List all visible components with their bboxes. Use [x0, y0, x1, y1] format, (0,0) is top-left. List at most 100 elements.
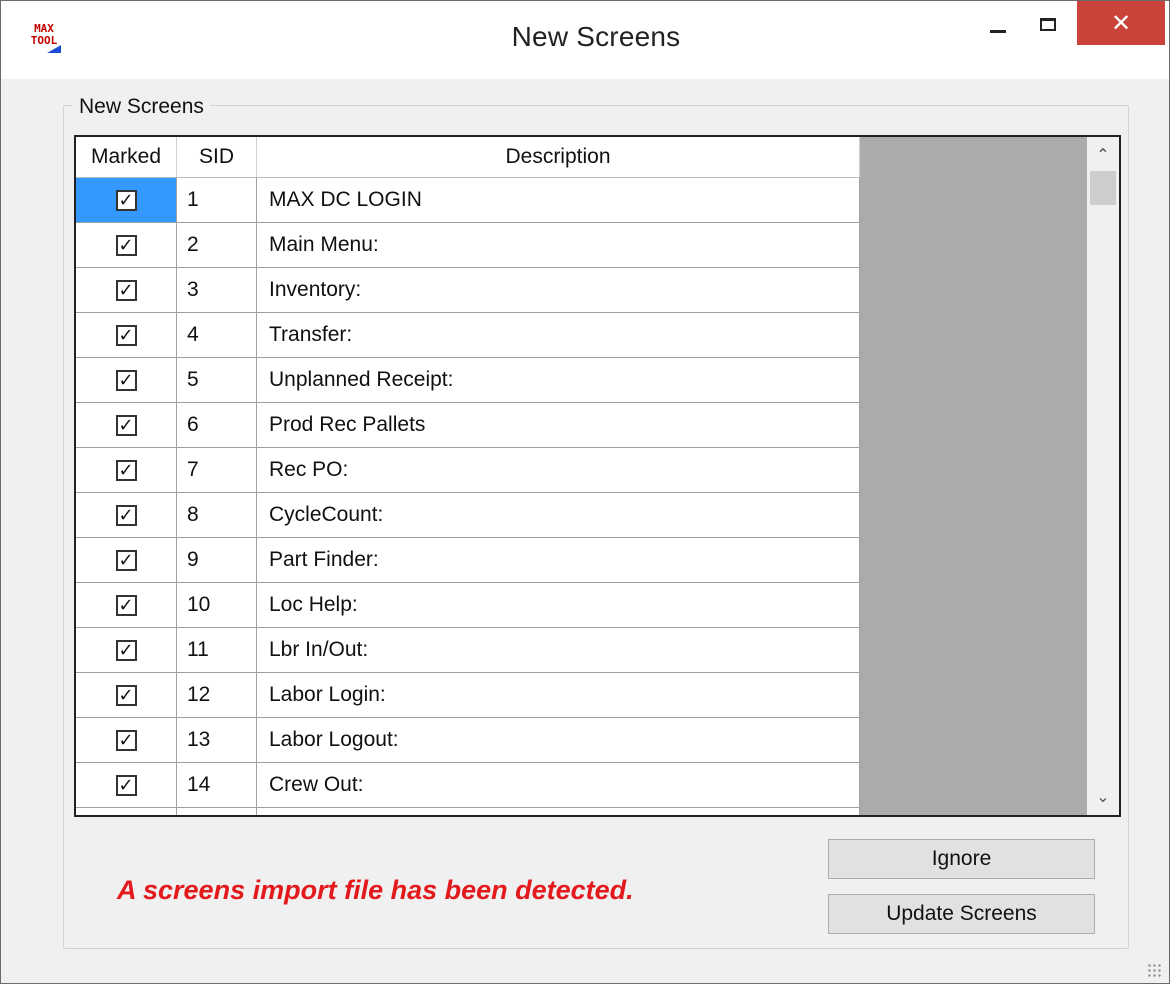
sid-cell: 8: [177, 493, 257, 537]
marked-cell[interactable]: ✓: [76, 358, 177, 402]
chevron-down-icon: ⌄: [1096, 789, 1110, 806]
vertical-scrollbar[interactable]: ⌃ ⌄: [1087, 137, 1119, 815]
close-button[interactable]: ✕: [1077, 1, 1165, 45]
sid-cell: 3: [177, 268, 257, 312]
sid-cell: 14: [177, 763, 257, 807]
marked-cell[interactable]: ✓: [76, 268, 177, 312]
sid-cell: 11: [177, 628, 257, 672]
table-row[interactable]: ✓ 13 Labor Logout:: [76, 718, 860, 763]
resize-grip-icon[interactable]: [1147, 963, 1161, 977]
description-cell: Labor Logout:: [257, 718, 860, 762]
marked-checkbox[interactable]: ✓: [115, 459, 137, 481]
sid-cell: 15: [177, 808, 257, 815]
table-row[interactable]: ✓ 3 Inventory:: [76, 268, 860, 313]
table-row[interactable]: ✓ 5 Unplanned Receipt:: [76, 358, 860, 403]
marked-cell[interactable]: ✓: [76, 808, 177, 815]
marked-cell[interactable]: ✓: [76, 223, 177, 267]
sid-cell: 13: [177, 718, 257, 762]
sid-cell: 10: [177, 583, 257, 627]
marked-cell[interactable]: ✓: [76, 493, 177, 537]
table-row[interactable]: ✓ 2 Main Menu:: [76, 223, 860, 268]
table-row[interactable]: ✓ 8 CycleCount:: [76, 493, 860, 538]
window-content: New Screens Marked SID Description ✓ 1 MAX…: [1, 79, 1169, 983]
marked-cell[interactable]: ✓: [76, 178, 177, 222]
marked-checkbox[interactable]: ✓: [115, 774, 137, 796]
maximize-button[interactable]: [1019, 1, 1077, 47]
sid-cell: 7: [177, 448, 257, 492]
marked-checkbox[interactable]: ✓: [115, 639, 137, 661]
ignore-button[interactable]: Ignore: [828, 839, 1095, 879]
table-row[interactable]: ✓ 9 Part Finder:: [76, 538, 860, 583]
sid-cell: 12: [177, 673, 257, 717]
new-screens-window: MAX TOOL New Screens ✕ New Screens Marke…: [0, 0, 1170, 984]
table-row[interactable]: ✓ 4 Transfer:: [76, 313, 860, 358]
title-bar: MAX TOOL New Screens ✕: [1, 1, 1169, 79]
sid-cell: 6: [177, 403, 257, 447]
grid-header: Marked SID Description: [76, 137, 860, 178]
description-cell: Loc Help:: [257, 583, 860, 627]
description-cell: MAX DC LOGIN: [257, 178, 860, 222]
status-message: A screens import file has been detected.: [117, 875, 634, 905]
close-icon: ✕: [1110, 9, 1132, 37]
grid-rows: ✓ 1 MAX DC LOGIN ✓ 2 Main Menu: ✓ 3 Inventory: ✓ 4…: [76, 178, 860, 815]
marked-cell[interactable]: ✓: [76, 763, 177, 807]
description-cell: Part Finder:: [257, 538, 860, 582]
scroll-thumb[interactable]: [1090, 171, 1116, 205]
description-cell: Inventory:: [257, 268, 860, 312]
maximize-icon: [1040, 17, 1056, 31]
table-row[interactable]: ✓ 10 Loc Help:: [76, 583, 860, 628]
scroll-down-button[interactable]: ⌄: [1087, 781, 1119, 813]
marked-cell[interactable]: ✓: [76, 718, 177, 762]
marked-checkbox[interactable]: ✓: [115, 414, 137, 436]
groupbox-label: New Screens: [73, 95, 210, 119]
marked-checkbox[interactable]: ✓: [115, 729, 137, 751]
marked-checkbox[interactable]: ✓: [115, 369, 137, 391]
description-cell: Unplanned Receipt:: [257, 358, 860, 402]
table-row[interactable]: ✓ 7 Rec PO:: [76, 448, 860, 493]
description-cell: Rec PO:: [257, 448, 860, 492]
table-row[interactable]: ✓ 12 Labor Login:: [76, 673, 860, 718]
description-cell: Transfer:: [257, 313, 860, 357]
marked-cell[interactable]: ✓: [76, 583, 177, 627]
column-header-description[interactable]: Description: [257, 137, 860, 177]
sid-cell: 4: [177, 313, 257, 357]
marked-cell[interactable]: ✓: [76, 538, 177, 582]
marked-cell[interactable]: ✓: [76, 673, 177, 717]
table-row[interactable]: ✓ 11 Lbr In/Out:: [76, 628, 860, 673]
table-row[interactable]: ✓ 1 MAX DC LOGIN: [76, 178, 860, 223]
marked-checkbox[interactable]: ✓: [115, 234, 137, 256]
marked-cell[interactable]: ✓: [76, 448, 177, 492]
marked-cell[interactable]: ✓: [76, 628, 177, 672]
marked-checkbox[interactable]: ✓: [115, 189, 137, 211]
sid-cell: 9: [177, 538, 257, 582]
marked-checkbox[interactable]: ✓: [115, 549, 137, 571]
description-cell: BroadCast:: [257, 808, 860, 815]
grid-body: Marked SID Description ✓ 1 MAX DC LOGIN ✓ 2 M…: [76, 137, 860, 815]
marked-checkbox[interactable]: ✓: [115, 279, 137, 301]
sid-cell: 5: [177, 358, 257, 402]
description-cell: Labor Login:: [257, 673, 860, 717]
description-cell: Main Menu:: [257, 223, 860, 267]
marked-checkbox[interactable]: ✓: [115, 504, 137, 526]
column-header-marked[interactable]: Marked: [76, 137, 177, 177]
marked-cell[interactable]: ✓: [76, 403, 177, 447]
marked-cell[interactable]: ✓: [76, 313, 177, 357]
table-row[interactable]: ✓15BroadCast:: [76, 808, 860, 815]
chevron-up-icon: ⌃: [1096, 147, 1110, 164]
screens-grid[interactable]: Marked SID Description ✓ 1 MAX DC LOGIN ✓ 2 M…: [74, 135, 1121, 817]
marked-checkbox[interactable]: ✓: [115, 684, 137, 706]
minimize-icon: [990, 29, 1006, 33]
description-cell: Prod Rec Pallets: [257, 403, 860, 447]
marked-checkbox[interactable]: ✓: [115, 324, 137, 346]
description-cell: Crew Out:: [257, 763, 860, 807]
table-row[interactable]: ✓ 6 Prod Rec Pallets: [76, 403, 860, 448]
table-row[interactable]: ✓ 14 Crew Out:: [76, 763, 860, 808]
update-screens-button[interactable]: Update Screens: [828, 894, 1095, 934]
sid-cell: 2: [177, 223, 257, 267]
column-header-sid[interactable]: SID: [177, 137, 257, 177]
sid-cell: 1: [177, 178, 257, 222]
scroll-up-button[interactable]: ⌃: [1087, 139, 1119, 171]
marked-checkbox[interactable]: ✓: [115, 594, 137, 616]
description-cell: Lbr In/Out:: [257, 628, 860, 672]
description-cell: CycleCount:: [257, 493, 860, 537]
